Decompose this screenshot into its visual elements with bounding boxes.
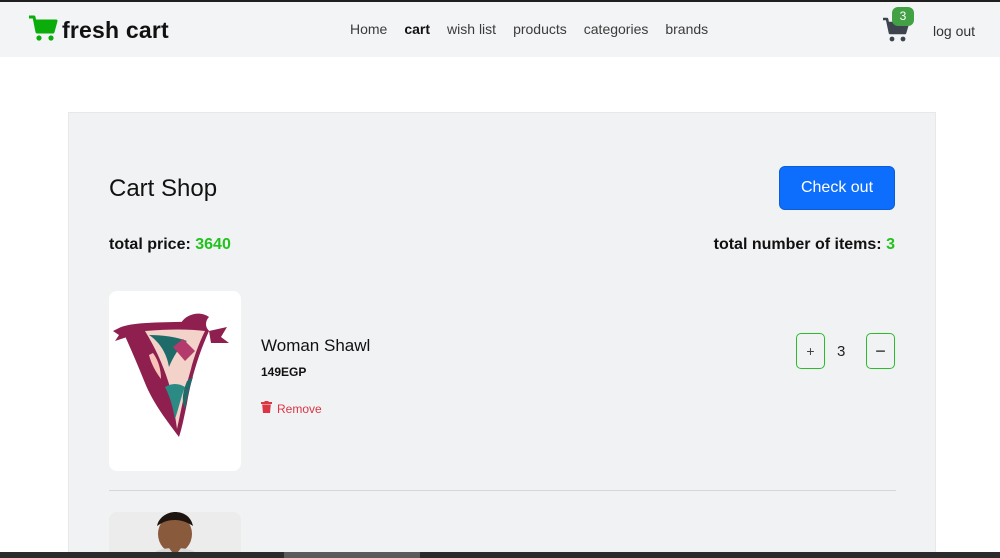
brand-logo[interactable]: fresh cart: [28, 14, 169, 47]
navbar: fresh cart Home cart wish list products …: [0, 2, 1000, 57]
scrollbar-thumb[interactable]: [284, 552, 420, 558]
nav-link-home[interactable]: Home: [350, 21, 387, 37]
decrease-quantity-button[interactable]: −: [866, 333, 895, 369]
increase-quantity-button[interactable]: +: [796, 333, 825, 369]
nav-link-wish-list[interactable]: wish list: [447, 21, 496, 37]
nav-links: Home cart wish list products categories …: [350, 21, 725, 37]
nav-link-brands[interactable]: brands: [665, 21, 708, 37]
trash-icon: [261, 401, 277, 416]
checkout-button[interactable]: Check out: [779, 166, 895, 210]
total-price-value: 3640: [195, 236, 231, 253]
brand-cart-icon: [28, 14, 58, 47]
cart-item-price: 149EGP: [261, 365, 307, 379]
cart-item-image: [109, 291, 241, 471]
remove-label: Remove: [277, 401, 322, 416]
total-price: total price: 3640: [109, 236, 231, 254]
cart-panel: Cart Shop Check out total price: 3640 to…: [68, 112, 936, 558]
item-quantity: 3: [837, 343, 846, 360]
remove-item-button[interactable]: Remove: [261, 401, 322, 416]
item-divider: [109, 490, 896, 491]
nav-link-cart[interactable]: cart: [404, 21, 430, 37]
brand-name: fresh cart: [62, 17, 169, 43]
nav-link-categories[interactable]: categories: [584, 21, 649, 37]
logout-link[interactable]: log out: [933, 23, 975, 39]
nav-link-products[interactable]: products: [513, 21, 567, 37]
page-title: Cart Shop: [109, 175, 218, 202]
cart-item-name: Woman Shawl: [261, 336, 371, 355]
total-items: total number of items: 3: [714, 236, 895, 254]
cart-count-badge: 3: [892, 7, 914, 26]
total-items-label: total number of items:: [713, 236, 882, 253]
total-price-label: total price:: [109, 236, 191, 253]
total-items-value: 3: [886, 236, 895, 253]
navbar-cart-button[interactable]: 3: [882, 7, 914, 45]
horizontal-scrollbar[interactable]: [0, 552, 1000, 558]
